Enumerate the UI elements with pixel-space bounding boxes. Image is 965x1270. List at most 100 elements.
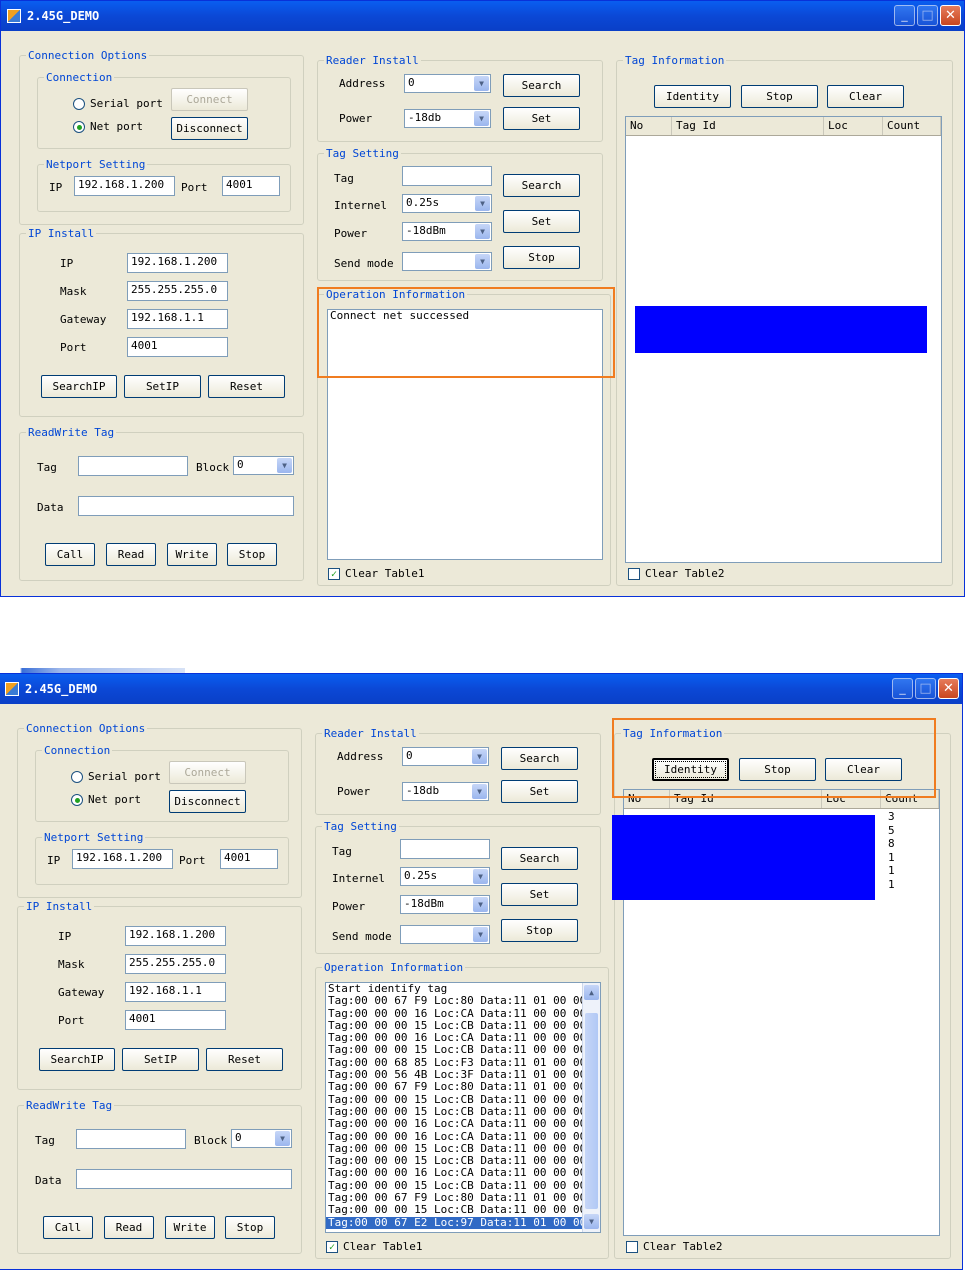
log-line[interactable]: Tag:00 00 67 F9 Loc:80 Data:11 01 00 00 — [326, 1081, 600, 1094]
reset-button[interactable]: Reset — [206, 1048, 283, 1071]
address-select[interactable]: 0 ▼ — [402, 747, 489, 766]
ip-input[interactable]: 192.168.1.200 — [127, 253, 228, 273]
net-port-input[interactable]: 4001 — [220, 849, 278, 869]
reader-search-button[interactable]: Search — [501, 747, 578, 770]
ts-set-button[interactable]: Set — [501, 883, 578, 906]
block-select[interactable]: 0 ▼ — [233, 456, 294, 475]
net-port-radio[interactable] — [71, 794, 83, 806]
ts-set-button[interactable]: Set — [503, 210, 580, 233]
ts-power-select[interactable]: -18dBm ▼ — [400, 895, 490, 914]
close-icon[interactable]: ✕ — [940, 5, 961, 26]
net-port-radio[interactable] — [73, 121, 85, 133]
log-line[interactable]: Tag:00 00 00 15 Loc:CB Data:11 00 00 00 — [326, 1044, 600, 1057]
connect-button[interactable]: Connect — [171, 88, 248, 111]
col-tag-id[interactable]: Tag Id — [672, 117, 824, 135]
disconnect-button[interactable]: Disconnect — [171, 117, 248, 140]
log-scrollbar[interactable]: ▲ ▼ — [582, 983, 600, 1232]
minimize-icon[interactable]: _ — [892, 678, 913, 699]
disconnect-button[interactable]: Disconnect — [169, 790, 246, 813]
data-input[interactable] — [78, 496, 294, 516]
mask-input[interactable]: 255.255.255.0 — [127, 281, 228, 301]
ts-search-button[interactable]: Search — [503, 174, 580, 197]
reader-set-button[interactable]: Set — [501, 780, 578, 803]
scroll-thumb[interactable] — [585, 1013, 598, 1209]
col-count[interactable]: Count — [883, 117, 941, 135]
tag-count-cell[interactable]: 3 — [888, 810, 895, 823]
reset-button[interactable]: Reset — [208, 375, 285, 398]
ip-input[interactable]: 192.168.1.200 — [125, 926, 226, 946]
searchip-button[interactable]: SearchIP — [41, 375, 117, 398]
write-button[interactable]: Write — [167, 543, 217, 566]
net-port-input[interactable]: 4001 — [222, 176, 280, 196]
gateway-input[interactable]: 192.168.1.1 — [125, 982, 226, 1002]
ip-port-input[interactable]: 4001 — [127, 337, 228, 357]
log-line[interactable]: Tag:00 00 67 E2 Loc:97 Data:11 01 00 00 — [326, 1216, 600, 1229]
scroll-down-icon[interactable]: ▼ — [584, 1214, 599, 1229]
chevron-down-icon[interactable]: ▼ — [473, 869, 488, 884]
clear-table2-checkbox[interactable] — [626, 1241, 638, 1253]
reader-power-select[interactable]: -18db ▼ — [404, 109, 491, 128]
block-select[interactable]: 0 ▼ — [231, 1129, 292, 1148]
gateway-input[interactable]: 192.168.1.1 — [127, 309, 228, 329]
searchip-button[interactable]: SearchIP — [39, 1048, 115, 1071]
rw-stop-button[interactable]: Stop — [225, 1216, 275, 1239]
clear-table1-checkbox[interactable]: ✓ — [328, 568, 340, 580]
ts-stop-button[interactable]: Stop — [501, 919, 578, 942]
write-button[interactable]: Write — [165, 1216, 215, 1239]
tag-count-cell[interactable]: 1 — [888, 851, 895, 864]
chevron-down-icon[interactable]: ▼ — [475, 196, 490, 211]
tag-count-cell[interactable]: 8 — [888, 837, 895, 850]
setip-button[interactable]: SetIP — [122, 1048, 199, 1071]
net-ip-input[interactable]: 192.168.1.200 — [74, 176, 175, 196]
chevron-down-icon[interactable]: ▼ — [474, 76, 489, 91]
chevron-down-icon[interactable]: ▼ — [472, 784, 487, 799]
operation-log[interactable]: Start identify tag Tag:00 00 67 F9 Loc:80… — [325, 982, 601, 1233]
log-line[interactable]: Tag:00 00 00 15 Loc:CB Data:11 00 00 00 — [326, 1204, 600, 1217]
call-button[interactable]: Call — [43, 1216, 93, 1239]
log-line[interactable]: Tag:00 00 00 16 Loc:CA Data:11 00 00 00 — [326, 1117, 600, 1130]
ts-stop-button[interactable]: Stop — [503, 246, 580, 269]
sendmode-select[interactable]: ▼ — [402, 252, 492, 271]
clear-table1-checkbox[interactable]: ✓ — [326, 1241, 338, 1253]
call-button[interactable]: Call — [45, 543, 95, 566]
title-bar[interactable]: 2.45G_DEMO _ □ ✕ — [0, 674, 962, 704]
setip-button[interactable]: SetIP — [124, 375, 201, 398]
address-select[interactable]: 0 ▼ — [404, 74, 491, 93]
rw-stop-button[interactable]: Stop — [227, 543, 277, 566]
chevron-down-icon[interactable]: ▼ — [473, 897, 488, 912]
tag-stop-button[interactable]: Stop — [741, 85, 818, 108]
internel-select[interactable]: 0.25s ▼ — [402, 194, 492, 213]
title-bar[interactable]: 2.45G_DEMO _ □ ✕ — [1, 1, 964, 31]
data-input[interactable] — [76, 1169, 292, 1189]
net-ip-input[interactable]: 192.168.1.200 — [72, 849, 173, 869]
reader-power-select[interactable]: -18db ▼ — [402, 782, 489, 801]
chevron-down-icon[interactable]: ▼ — [275, 1131, 290, 1146]
serial-port-radio[interactable] — [71, 771, 83, 783]
chevron-down-icon[interactable]: ▼ — [474, 111, 489, 126]
maximize-icon[interactable]: □ — [915, 678, 936, 699]
internel-select[interactable]: 0.25s ▼ — [400, 867, 490, 886]
sendmode-select[interactable]: ▼ — [400, 925, 490, 944]
tag-count-cell[interactable]: 5 — [888, 824, 895, 837]
tag-count-cell[interactable]: 1 — [888, 864, 895, 877]
tag-clear-button[interactable]: Clear — [827, 85, 904, 108]
reader-search-button[interactable]: Search — [503, 74, 580, 97]
reader-set-button[interactable]: Set — [503, 107, 580, 130]
chevron-down-icon[interactable]: ▼ — [473, 927, 488, 942]
clear-table2-checkbox[interactable] — [628, 568, 640, 580]
mask-input[interactable]: 255.255.255.0 — [125, 954, 226, 974]
chevron-down-icon[interactable]: ▼ — [472, 749, 487, 764]
chevron-down-icon[interactable]: ▼ — [277, 458, 292, 473]
log-line[interactable]: Tag:00 00 00 16 Loc:CA Data:11 00 00 00 — [326, 1167, 600, 1180]
tag-count-cell[interactable]: 1 — [888, 878, 895, 891]
ts-power-select[interactable]: -18dBm ▼ — [402, 222, 492, 241]
read-button[interactable]: Read — [104, 1216, 154, 1239]
rw-tag-input[interactable] — [76, 1129, 186, 1149]
minimize-icon[interactable]: _ — [894, 5, 915, 26]
chevron-down-icon[interactable]: ▼ — [475, 254, 490, 269]
scroll-up-icon[interactable]: ▲ — [584, 985, 599, 1000]
chevron-down-icon[interactable]: ▼ — [475, 224, 490, 239]
log-line[interactable]: Tag:00 00 00 16 Loc:CA Data:11 00 00 00 — [326, 1130, 600, 1143]
ip-port-input[interactable]: 4001 — [125, 1010, 226, 1030]
identity-button[interactable]: Identity — [654, 85, 731, 108]
